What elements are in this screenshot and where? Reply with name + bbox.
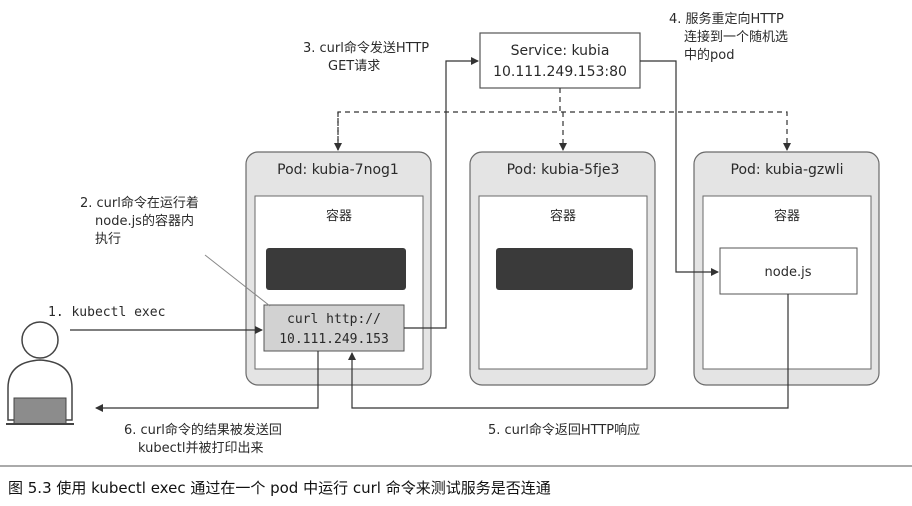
service-box: Service: kubia 10.111.249.153:80 — [479, 32, 641, 89]
pod-2-dark-bar — [496, 248, 633, 290]
figure-caption: 图 5.3 使用 kubectl exec 通过在一个 pod 中运行 curl… — [8, 479, 551, 497]
step2-line1: 2. curl命令在运行着 — [80, 195, 199, 211]
service-ip: 10.111.249.153:80 — [493, 64, 627, 80]
pod-1-dark-bar — [266, 248, 406, 290]
step4-line3: 中的pod — [684, 47, 734, 63]
step6-line2: kubectl并被打印出来 — [138, 441, 263, 456]
pod-2-container-label: 容器 — [550, 208, 576, 224]
diagram-canvas: Pod: kubia-7nog1 容器 Pod: kubia-5fje3 容器 … — [0, 11, 912, 497]
curl-box-line1: curl http:// — [287, 312, 381, 327]
service-name: Service: kubia — [511, 43, 610, 59]
step2-line3: 执行 — [95, 232, 121, 247]
nodejs-box: node.js — [719, 247, 858, 295]
step1-label: 1. kubectl exec — [48, 305, 165, 320]
pod-1-title: Pod: kubia-7nog1 — [277, 162, 399, 178]
step4-line2: 连接到一个随机选 — [684, 29, 788, 45]
pod-1-container-label: 容器 — [326, 208, 352, 224]
service-dashed-links — [334, 88, 791, 151]
step3-line2: GET请求 — [328, 59, 380, 74]
curl-box: curl http:// 10.111.249.153 — [263, 304, 405, 352]
nodejs-label: node.js — [765, 265, 812, 280]
pod-2: Pod: kubia-5fje3 容器 — [469, 151, 656, 386]
step3-line1: 3. curl命令发送HTTP — [303, 40, 429, 56]
step2-line2: node.js的容器内 — [95, 213, 194, 229]
step5-label: 5. curl命令返回HTTP响应 — [488, 422, 640, 438]
user-at-laptop-icon — [6, 321, 74, 425]
pod-3-title: Pod: kubia-gzwli — [731, 162, 844, 178]
curl-box-line2: 10.111.249.153 — [279, 332, 389, 347]
pod-3-container-label: 容器 — [774, 208, 800, 224]
pod-2-title: Pod: kubia-5fje3 — [507, 162, 620, 178]
step4-line1: 4. 服务重定向HTTP — [669, 11, 784, 27]
step6-line1: 6. curl命令的结果被发送回 — [124, 422, 282, 438]
